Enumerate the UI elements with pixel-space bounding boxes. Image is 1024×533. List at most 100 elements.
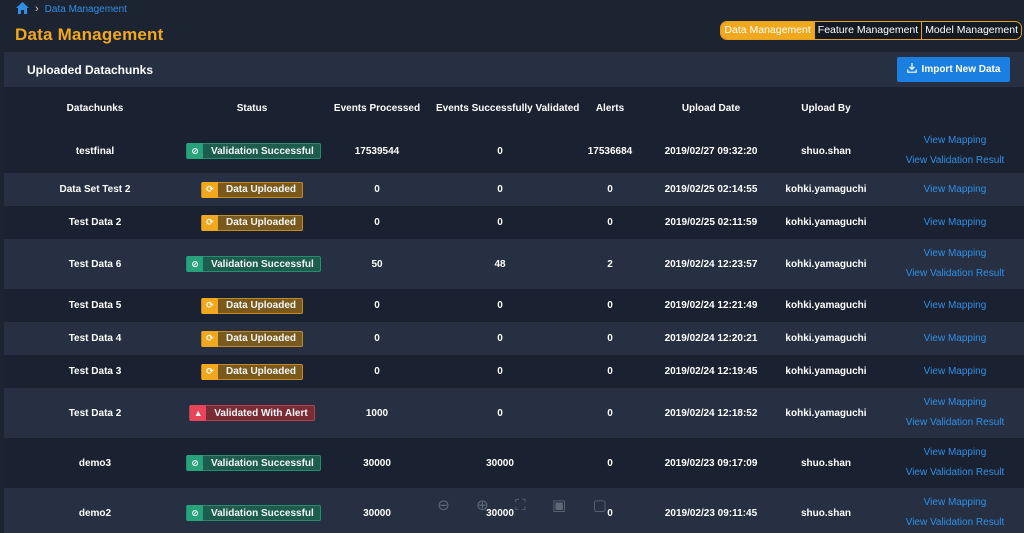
- cell-upload-date: 2019/02/24 12:19:45: [664, 366, 758, 377]
- column-header-events-validated[interactable]: Events Successfully Validated: [436, 87, 579, 129]
- cell-actions: View Mapping: [886, 173, 1024, 206]
- column-header-upload-date[interactable]: Upload Date: [656, 87, 766, 129]
- table-row: Test Data 2 ▲ Validated With Alert 1000 0 0 20…: [4, 388, 1024, 438]
- tab-feature-management[interactable]: Feature Management: [813, 22, 922, 39]
- status-label: Validation Successful: [211, 145, 314, 157]
- cell-alerts: 0: [607, 407, 613, 419]
- fullscreen-icon[interactable]: ⛶: [515, 497, 526, 514]
- view-mapping-link[interactable]: View Mapping: [886, 329, 1024, 349]
- view-mapping-link[interactable]: View Mapping: [886, 213, 1024, 233]
- cell-upload-date: 2019/02/25 02:11:59: [664, 217, 758, 228]
- cell-actions: View Mapping View Validation Result: [886, 388, 1024, 438]
- column-header-status[interactable]: Status: [186, 87, 318, 129]
- cell-events-validated: 0: [497, 184, 503, 195]
- table-row: demo3 ⊘ Validation Successful 30000 30000 0 20…: [4, 438, 1024, 488]
- view-mapping-link[interactable]: View Mapping: [886, 493, 1024, 513]
- view-mapping-link[interactable]: View Mapping: [886, 244, 1024, 264]
- cell-upload-by: shuo.shan: [800, 457, 851, 469]
- cell-upload-date: 2019/02/24 12:23:57: [664, 258, 758, 270]
- status-label: Data Uploaded: [225, 217, 296, 228]
- check-circle-icon: ⊘: [187, 505, 203, 521]
- view-mapping-link[interactable]: View Mapping: [886, 362, 1024, 382]
- cell-upload-date: 2019/02/24 12:18:52: [664, 407, 758, 419]
- cell-datachunk-name: demo2: [78, 507, 112, 519]
- home-icon[interactable]: [16, 1, 29, 17]
- cell-datachunk-name: Data Set Test 2: [59, 184, 131, 195]
- cell-events-processed: 0: [374, 366, 380, 377]
- warning-triangle-icon: ▲: [190, 405, 207, 421]
- status-badge: ⊘ Validation Successful: [186, 256, 321, 272]
- status-badge: ⊘ Validation Successful: [186, 455, 321, 471]
- cell-events-processed: 0: [374, 300, 380, 311]
- table-row: Test Data 6 ⊘ Validation Successful 50 48 2 20…: [4, 239, 1024, 289]
- status-label: Validated With Alert: [214, 407, 308, 419]
- panel-header: Uploaded Datachunks Import New Data: [4, 52, 1024, 87]
- cell-datachunk-name: Test Data 6: [68, 258, 122, 270]
- cell-status: ⊘ Validation Successful: [186, 438, 321, 488]
- view-validation-result-link[interactable]: View Validation Result: [886, 151, 1024, 171]
- module-tabs: Data Management Feature Management Model…: [720, 21, 1022, 40]
- comment-icon[interactable]: ▢: [593, 496, 607, 514]
- status-label: Validation Successful: [211, 258, 314, 270]
- cell-alerts: 2: [607, 258, 613, 270]
- cell-alerts: 0: [607, 217, 613, 228]
- status-label: Data Uploaded: [225, 184, 296, 195]
- cell-events-validated: 0: [497, 300, 503, 311]
- view-mapping-link[interactable]: View Mapping: [886, 443, 1024, 463]
- cell-events-processed: 30000: [363, 507, 391, 519]
- table-header-row: Datachunks Status Events Processed Event…: [4, 87, 1024, 129]
- column-header-actions: [886, 87, 1024, 129]
- view-validation-result-link[interactable]: View Validation Result: [886, 264, 1024, 284]
- cell-datachunk-name: demo3: [78, 457, 112, 469]
- view-validation-result-link[interactable]: View Validation Result: [886, 413, 1024, 433]
- table-row: testfinal ⊘ Validation Successful 17539544 0…: [4, 129, 1024, 173]
- column-header-events-processed[interactable]: Events Processed: [318, 87, 436, 129]
- breadcrumb-current[interactable]: Data Management: [45, 4, 127, 15]
- check-circle-icon: ⊘: [187, 455, 203, 471]
- zoom-out-icon[interactable]: ⊖: [437, 496, 450, 514]
- cell-datachunk-name: Test Data 2: [68, 217, 122, 228]
- cell-alerts: 0: [607, 333, 613, 344]
- zoom-in-icon[interactable]: ⊕: [476, 496, 489, 514]
- view-mapping-link[interactable]: View Mapping: [886, 393, 1024, 413]
- cell-status: ⊘ Validation Successful: [186, 129, 321, 173]
- refresh-icon: ⟳: [201, 330, 218, 347]
- import-new-data-button[interactable]: Import New Data: [897, 57, 1010, 82]
- cell-events-processed: 50: [371, 258, 383, 270]
- table-row: Test Data 3 ⟳ Data Uploaded 0 0 0 2019/02/24 1…: [4, 355, 1024, 388]
- column-header-upload-by[interactable]: Upload By: [766, 87, 886, 129]
- cell-upload-by: shuo.shan: [800, 507, 851, 519]
- status-badge: ⟳ Data Uploaded: [200, 363, 303, 380]
- cell-upload-date: 2019/02/23 09:17:09: [664, 457, 758, 469]
- page-title: Data Management: [15, 25, 164, 44]
- tab-data-management[interactable]: Data Management: [721, 22, 814, 39]
- cell-actions: View Mapping View Validation Result: [886, 239, 1024, 289]
- status-badge: ⊘ Validation Successful: [186, 143, 321, 159]
- status-badge: ⟳ Data Uploaded: [200, 330, 303, 347]
- cell-upload-date: 2019/02/25 02:14:55: [664, 184, 758, 195]
- import-button-label: Import New Data: [921, 64, 1001, 75]
- cell-events-processed: 0: [374, 184, 380, 195]
- view-validation-result-link[interactable]: View Validation Result: [886, 463, 1024, 483]
- cell-alerts: 0: [607, 184, 613, 195]
- cell-actions: View Mapping: [886, 355, 1024, 388]
- cell-status: ▲ Validated With Alert: [186, 388, 318, 438]
- cell-upload-by: shuo.shan: [800, 145, 851, 157]
- table-row: Data Set Test 2 ⟳ Data Uploaded 0 0 0 2019/02/…: [4, 173, 1024, 206]
- cell-events-validated: 0: [497, 407, 503, 419]
- check-circle-icon: ⊘: [187, 256, 203, 272]
- cell-upload-by: kohki.yamaguchi: [785, 407, 867, 419]
- view-mapping-link[interactable]: View Mapping: [886, 180, 1024, 200]
- view-validation-result-link[interactable]: View Validation Result: [886, 513, 1024, 533]
- panel-title: Uploaded Datachunks: [27, 62, 154, 77]
- cell-events-validated: 48: [494, 258, 506, 270]
- view-mapping-link[interactable]: View Mapping: [886, 296, 1024, 316]
- view-mapping-link[interactable]: View Mapping: [886, 131, 1024, 151]
- present-icon[interactable]: ▣: [552, 496, 566, 514]
- status-label: Data Uploaded: [225, 333, 296, 344]
- cell-datachunk-name: Test Data 5: [68, 300, 122, 311]
- status-label: Validation Successful: [211, 507, 314, 519]
- refresh-icon: ⟳: [201, 297, 218, 314]
- tab-model-management[interactable]: Model Management: [921, 22, 1021, 39]
- column-header-datachunks[interactable]: Datachunks: [4, 87, 186, 129]
